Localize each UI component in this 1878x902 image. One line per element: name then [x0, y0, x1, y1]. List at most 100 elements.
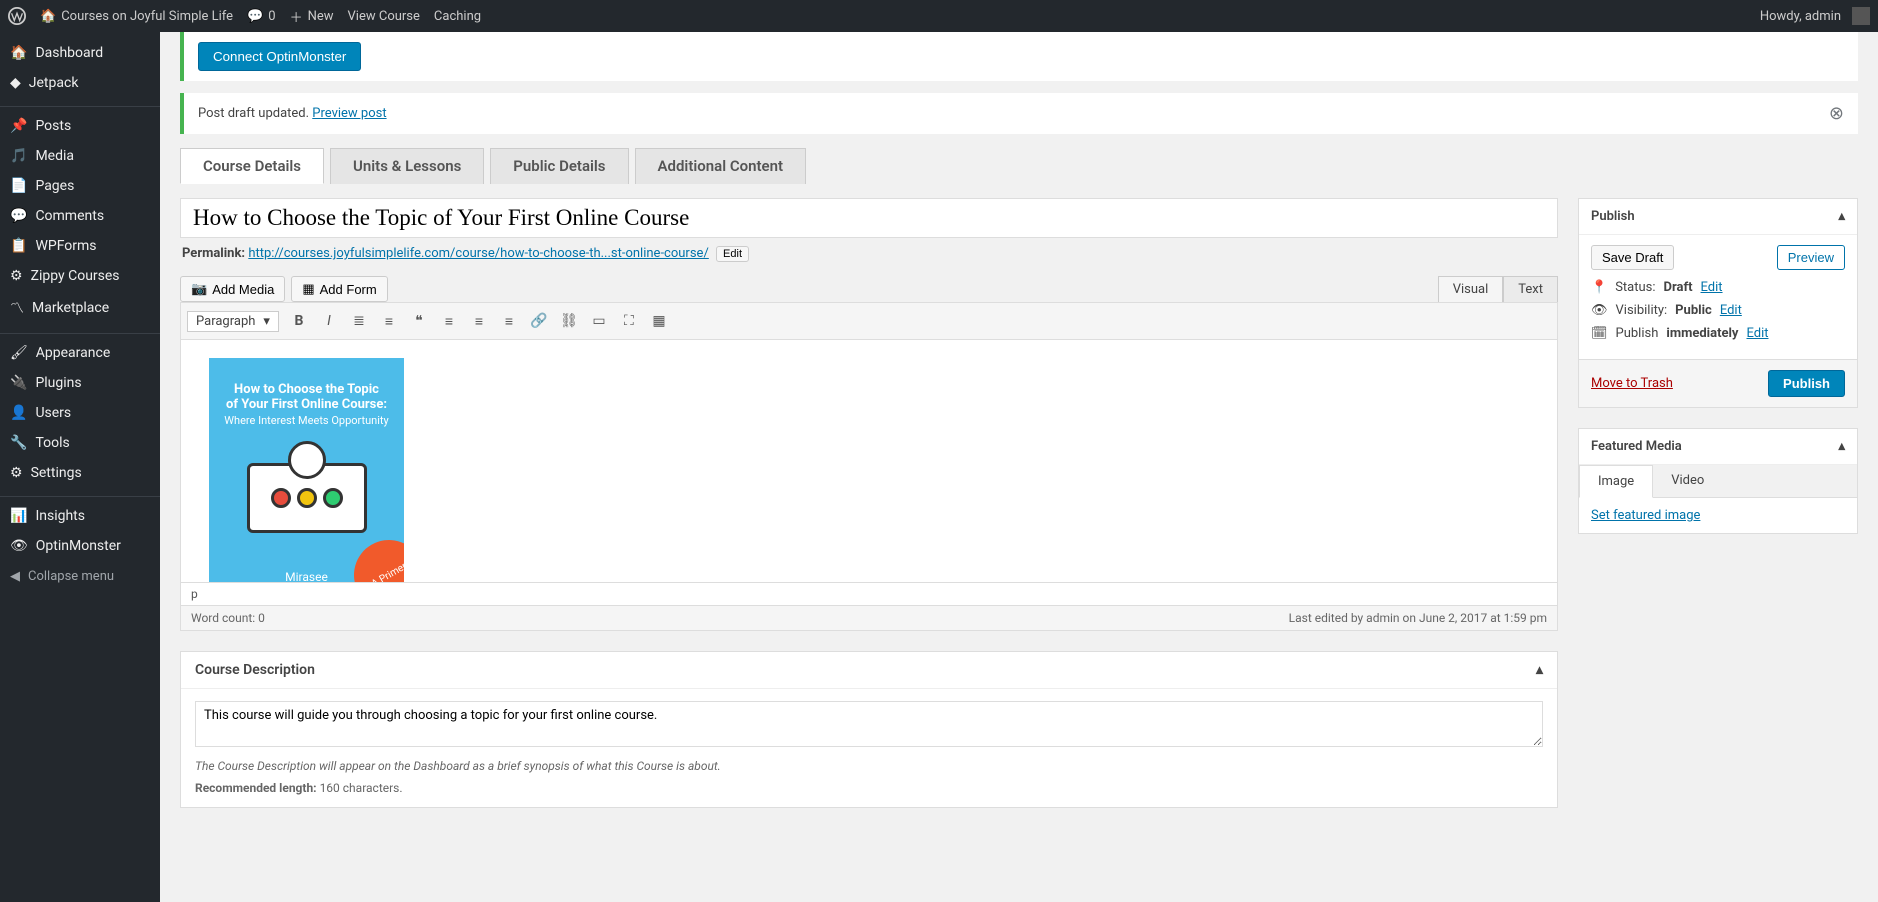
card-line2: of Your First Online Course:: [223, 397, 390, 412]
chevron-down-icon: ▾: [263, 314, 270, 329]
sidebar-item-dashboard[interactable]: 🏠Dashboard: [0, 38, 160, 68]
draft-updated-notice: Post draft updated. Preview post ⊗: [180, 93, 1858, 134]
card-line3: Where Interest Meets Opportunity: [223, 414, 390, 427]
link-button[interactable]: 🔗: [525, 307, 553, 335]
preview-button[interactable]: Preview: [1777, 245, 1845, 270]
edit-schedule-link[interactable]: Edit: [1746, 326, 1768, 341]
sidebar-item-media[interactable]: 🎵Media: [0, 141, 160, 171]
course-description-textarea[interactable]: [195, 701, 1543, 747]
italic-button[interactable]: I: [315, 307, 343, 335]
comment-icon: 💬: [10, 208, 27, 224]
howdy-link[interactable]: Howdy, admin: [1760, 7, 1870, 25]
add-form-button[interactable]: ▦Add Form: [291, 276, 387, 302]
sidebar-item-tools[interactable]: 🔧Tools: [0, 428, 160, 458]
course-description-box: Course Description ▴ The Course Descript…: [180, 651, 1558, 808]
course-card-image: How to Choose the Topic of Your First On…: [209, 358, 404, 583]
text-tab[interactable]: Text: [1503, 276, 1558, 302]
sidebar-item-label: Users: [35, 405, 71, 421]
bold-button[interactable]: B: [285, 307, 313, 335]
sidebar-item-comments[interactable]: 💬Comments: [0, 201, 160, 231]
blockquote-button[interactable]: ❝: [405, 307, 433, 335]
site-name-link[interactable]: 🏠Courses on Joyful Simple Life: [40, 8, 233, 24]
chevron-up-icon: ▴: [1838, 439, 1845, 454]
sidebar-item-label: Plugins: [35, 375, 81, 391]
edit-permalink-button[interactable]: Edit: [716, 246, 749, 262]
comments-link[interactable]: 💬0: [247, 8, 276, 24]
sidebar-item-insights[interactable]: 📊 Insights: [0, 501, 160, 531]
sidebar-item-settings[interactable]: ⚙Settings: [0, 458, 160, 488]
align-center-button[interactable]: ≡: [465, 307, 493, 335]
sidebar-item-posts[interactable]: 📌Posts: [0, 111, 160, 141]
publish-button[interactable]: Publish: [1768, 370, 1845, 397]
read-more-button[interactable]: ▭: [585, 307, 613, 335]
align-left-button[interactable]: ≡: [435, 307, 463, 335]
form-icon: ▦: [302, 281, 314, 297]
card-line1: How to Choose the Topic: [223, 382, 390, 397]
eye-icon: 👁: [1591, 303, 1608, 318]
tab-image[interactable]: Image: [1579, 465, 1653, 498]
chart-icon: 📊: [10, 508, 27, 524]
connect-optinmonster-button[interactable]: Connect OptinMonster: [198, 42, 361, 71]
numbered-list-button[interactable]: ≡: [375, 307, 403, 335]
tab-course-details[interactable]: Course Details: [180, 148, 324, 184]
sidebar-item-zippy-courses[interactable]: ⚙Zippy Courses: [0, 261, 160, 291]
sidebar-item-appearance[interactable]: 🖌Appearance: [0, 338, 160, 368]
caching-link[interactable]: Caching: [434, 9, 481, 24]
camera-icon: 📷: [191, 281, 207, 297]
page-icon: 📄: [10, 178, 27, 194]
admin-sidebar: 🏠Dashboard ◆Jetpack 📌Posts 🎵Media 📄Pages…: [0, 32, 160, 902]
edit-status-link[interactable]: Edit: [1701, 280, 1723, 295]
bullet-list-button[interactable]: ≣: [345, 307, 373, 335]
visual-tab[interactable]: Visual: [1438, 276, 1504, 302]
sidebar-item-optinmonster[interactable]: 👁OptinMonster: [0, 531, 160, 561]
collapse-label: Collapse menu: [28, 569, 114, 584]
sidebar-item-wpforms[interactable]: 📋WPForms: [0, 231, 160, 261]
visibility-value: Public: [1675, 303, 1712, 318]
sidebar-item-users[interactable]: 👤Users: [0, 398, 160, 428]
course-tabs: Course Details Units & Lessons Public De…: [180, 148, 1858, 184]
view-course-link[interactable]: View Course: [348, 9, 420, 24]
jetpack-icon: ◆: [10, 75, 21, 91]
title-box: [180, 198, 1558, 238]
notice-text: Post draft updated.: [198, 106, 309, 121]
last-edited: Last edited by admin on June 2, 2017 at …: [1289, 611, 1547, 625]
tab-public-details[interactable]: Public Details: [490, 148, 628, 184]
content-area: Connect OptinMonster Post draft updated.…: [160, 32, 1878, 902]
tab-video[interactable]: Video: [1653, 465, 1722, 497]
sidebar-item-jetpack[interactable]: ◆Jetpack: [0, 68, 160, 98]
sidebar-item-plugins[interactable]: 🔌Plugins: [0, 368, 160, 398]
dismiss-notice-icon[interactable]: ⊗: [1829, 103, 1844, 124]
sidebar-item-label: Dashboard: [35, 45, 103, 61]
permalink-link[interactable]: http://courses.joyfulsimplelife.com/cour…: [248, 246, 709, 261]
calendar-icon: 🗓: [1591, 326, 1608, 341]
tab-additional-content[interactable]: Additional Content: [635, 148, 807, 184]
edit-visibility-link[interactable]: Edit: [1720, 303, 1742, 318]
sidebar-item-label: Marketplace: [32, 300, 109, 316]
fullscreen-button[interactable]: ⛶: [615, 307, 643, 335]
sidebar-item-pages[interactable]: 📄Pages: [0, 171, 160, 201]
avatar-icon: [1852, 7, 1870, 25]
content-editor[interactable]: How to Choose the Topic of Your First On…: [180, 339, 1558, 583]
featured-media-header[interactable]: Featured Media ▴: [1579, 429, 1857, 465]
status-value: Draft: [1664, 280, 1693, 295]
save-draft-button[interactable]: Save Draft: [1591, 245, 1674, 270]
tab-units-lessons[interactable]: Units & Lessons: [330, 148, 484, 184]
course-title-input[interactable]: [193, 203, 1545, 233]
sidebar-item-marketplace[interactable]: 〽 Marketplace: [0, 291, 160, 325]
collapse-menu[interactable]: ◀Collapse menu: [0, 561, 160, 592]
new-link[interactable]: ＋New: [290, 7, 334, 26]
paragraph-format-select[interactable]: Paragraph▾: [187, 311, 279, 332]
publish-panel-header[interactable]: Publish ▴: [1579, 199, 1857, 235]
course-description-header[interactable]: Course Description ▴: [181, 652, 1557, 689]
add-media-button[interactable]: 📷Add Media: [180, 276, 285, 302]
move-to-trash-link[interactable]: Move to Trash: [1591, 376, 1673, 391]
preview-post-link[interactable]: Preview post: [312, 106, 386, 121]
set-featured-image-link[interactable]: Set featured image: [1591, 508, 1700, 523]
unlink-button[interactable]: ⛓: [555, 307, 583, 335]
align-right-button[interactable]: ≡: [495, 307, 523, 335]
sidebar-item-label: Insights: [35, 508, 85, 524]
wp-logo-icon[interactable]: [8, 7, 26, 25]
comment-icon: 💬: [247, 8, 263, 24]
toolbar-toggle-button[interactable]: ▦: [645, 307, 673, 335]
marketplace-icon: 〽: [10, 298, 24, 318]
